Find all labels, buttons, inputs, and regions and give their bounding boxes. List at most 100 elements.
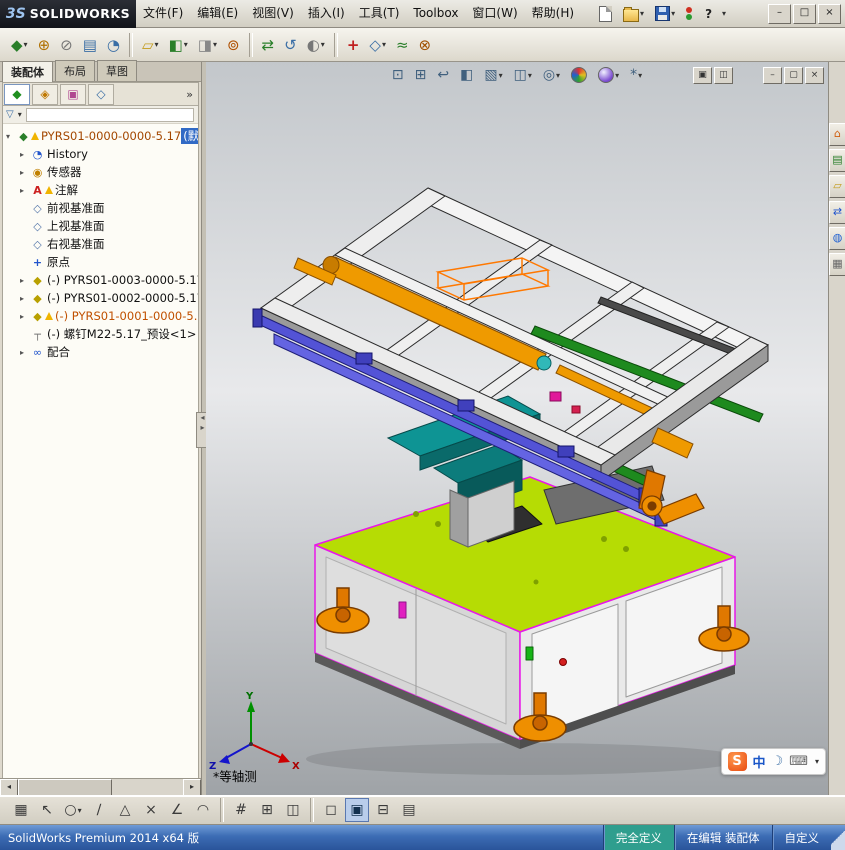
menu-tools[interactable]: 工具(T)	[352, 0, 407, 27]
status-custom[interactable]: 自定义	[771, 825, 832, 850]
graphics-viewport[interactable]: Y X Z ⊡ ⊞ ↩ ◧ ▧ ▾ ◫ ▾ ◎ ▾ ▾ * ▾ ▣ ◫ – ▢ × *等…	[206, 62, 828, 795]
mate-icon[interactable]: ⊕	[34, 32, 55, 58]
snap-icon[interactable]: #	[229, 798, 253, 822]
mirror-entities-icon[interactable]: ◫	[281, 798, 305, 822]
arc-tool-icon[interactable]: ◠	[191, 798, 215, 822]
menu-toolbox[interactable]: Toolbox	[406, 0, 465, 27]
resize-grip[interactable]	[831, 825, 845, 850]
view-orientation-icon[interactable]: ▧ ▾	[482, 66, 504, 84]
section-display-icon[interactable]: ⊟	[371, 798, 395, 822]
tree-item-top-plane[interactable]: ◇ 上视基准面	[3, 217, 198, 235]
expand-arrow[interactable]: ▸	[20, 348, 31, 357]
dimxpertmanager-tab[interactable]: ◇	[88, 83, 114, 105]
menu-view[interactable]: 视图(V)	[245, 0, 301, 27]
rotate-component-icon[interactable]: ↺	[280, 32, 301, 58]
tree-item-right-plane[interactable]: ◇ 右视基准面	[3, 235, 198, 253]
open-part-icon[interactable]: ▱ ▾	[138, 32, 163, 58]
doc-close-button[interactable]: ×	[805, 67, 824, 84]
model-canvas[interactable]: Y X Z	[206, 62, 828, 795]
edit-appearance-icon[interactable]	[569, 66, 589, 84]
options-indicator-icon[interactable]	[686, 7, 693, 20]
toolbox-icon[interactable]: ⇄	[829, 201, 845, 224]
new-window-icon[interactable]: ▣	[693, 67, 712, 84]
doc-restore-button[interactable]: ▢	[784, 67, 803, 84]
ime-moon-icon[interactable]: ☽	[772, 754, 784, 769]
filter-input[interactable]	[25, 107, 194, 122]
scroll-left-arrow[interactable]: ◂	[0, 779, 18, 796]
hide-show-items-icon[interactable]: ◎ ▾	[541, 66, 562, 84]
propertymanager-tab[interactable]: ◈	[32, 83, 58, 105]
select-icon[interactable]: ↖	[35, 798, 59, 822]
tree-item-component-0002[interactable]: ▸ ◆ (-) PYRS01-0002-0000-5.17_	[3, 289, 198, 307]
home-icon[interactable]: ⌂	[829, 123, 845, 146]
ime-menu-arrow[interactable]: ▾	[815, 757, 819, 766]
tree-horizontal-scrollbar[interactable]: ◂ ▸	[0, 778, 201, 796]
grid-system-icon[interactable]: ▦	[9, 798, 33, 822]
ime-language-indicator[interactable]: 中	[753, 752, 766, 771]
interference-detection-icon[interactable]: ⊗	[415, 32, 436, 58]
menu-edit[interactable]: 编辑(E)	[190, 0, 245, 27]
assembly-features-icon[interactable]: +	[343, 32, 364, 58]
menu-help[interactable]: 帮助(H)	[525, 0, 581, 27]
tree-item-origin[interactable]: + 原点	[3, 253, 198, 271]
design-library-icon[interactable]: ▤	[829, 149, 845, 172]
circle-tool-icon[interactable]: ○ ▾	[61, 798, 85, 822]
split-window-icon[interactable]: ◫	[714, 67, 733, 84]
tab-layout[interactable]: 布局	[55, 60, 95, 81]
pane-overflow-chevron[interactable]: »	[186, 88, 198, 101]
ime-keyboard-icon[interactable]: ⌨	[789, 754, 808, 769]
tree-item-component-0003[interactable]: ▸ ◆ (-) PYRS01-0003-0000-5.17_	[3, 271, 198, 289]
zoom-fit-icon[interactable]: ⊡	[390, 66, 406, 84]
polygon-tool-icon[interactable]: △	[113, 798, 137, 822]
zoom-area-icon[interactable]: ⊞	[413, 66, 429, 84]
tree-item-history[interactable]: ▸ ◔ History	[3, 145, 198, 163]
bill-of-materials-icon[interactable]: ▤	[79, 32, 101, 58]
motion-study-icon[interactable]: ≈	[392, 32, 413, 58]
custom-properties-icon[interactable]: ▦	[829, 253, 845, 276]
save-document-icon[interactable]: ▾	[651, 3, 679, 24]
filter-dropdown-arrow[interactable]: ▾	[18, 110, 22, 119]
menu-insert[interactable]: 插入(I)	[301, 0, 352, 27]
edit-component-icon[interactable]: ◧ ▾	[165, 32, 192, 58]
new-document-icon[interactable]	[595, 3, 616, 25]
expand-arrow[interactable]: ▸	[20, 150, 31, 159]
move-component-icon[interactable]: ⇄	[258, 32, 279, 58]
tree-item-front-plane[interactable]: ◇ 前视基准面	[3, 199, 198, 217]
sogou-logo-icon[interactable]: S	[727, 752, 747, 771]
featuremanager-tree-tab[interactable]: ◆	[4, 83, 30, 105]
open-document-icon[interactable]: ▾	[619, 3, 648, 25]
view-settings-icon[interactable]: * ▾	[628, 66, 644, 84]
no-preview-icon[interactable]: ⊘	[56, 32, 77, 58]
tree-item-mates[interactable]: ▸ ∞ 配合	[3, 343, 198, 361]
point-tool-icon[interactable]: ×	[139, 798, 163, 822]
expand-arrow[interactable]: ▸	[20, 294, 31, 303]
expand-arrow[interactable]: ▸	[20, 168, 31, 177]
smart-fasteners-icon[interactable]: ⊚	[223, 32, 244, 58]
tree-item-sensors[interactable]: ▸ ◉ 传感器	[3, 163, 198, 181]
line-tool-icon[interactable]: ∕	[87, 798, 111, 822]
scrollbar-thumb[interactable]	[18, 779, 112, 796]
expand-arrow[interactable]: ▸	[20, 186, 31, 195]
filter-funnel-icon[interactable]: ▽	[3, 109, 17, 120]
previous-view-icon[interactable]: ↩	[435, 66, 451, 84]
tab-sketch[interactable]: 草图	[97, 60, 137, 81]
tree-item-component-0001[interactable]: ▸ ◆ (-) PYRS01-0001-0000-5.	[3, 307, 198, 325]
close-button[interactable]: ×	[818, 3, 841, 24]
section-view-icon[interactable]: ◧	[458, 66, 475, 84]
tree-item-annotations[interactable]: ▸ A 注解	[3, 181, 198, 199]
linear-pattern-icon[interactable]: ⊞	[255, 798, 279, 822]
expand-arrow[interactable]: ▸	[20, 276, 31, 285]
doc-minimize-button[interactable]: –	[763, 67, 782, 84]
large-design-review-icon[interactable]: ◨ ▾	[194, 32, 221, 58]
menu-file[interactable]: 文件(F)	[136, 0, 190, 27]
menu-window[interactable]: 窗口(W)	[465, 0, 524, 27]
wireframe-display-icon[interactable]: ◻	[319, 798, 343, 822]
grid-display-icon[interactable]: ▤	[397, 798, 421, 822]
tree-item-screw-m22[interactable]: ┬ (-) 螺钉M22-5.17_预设<1>	[3, 325, 198, 343]
apply-scene-icon[interactable]: ▾	[596, 66, 621, 84]
configurationmanager-tab[interactable]: ▣	[60, 83, 86, 105]
hide-show-components-icon[interactable]: ◐ ▾	[303, 32, 329, 58]
insert-components-icon[interactable]: ◆ ▾	[7, 32, 32, 58]
help-button[interactable]: ?	[699, 7, 718, 21]
display-style-icon[interactable]: ◫ ▾	[512, 66, 534, 84]
